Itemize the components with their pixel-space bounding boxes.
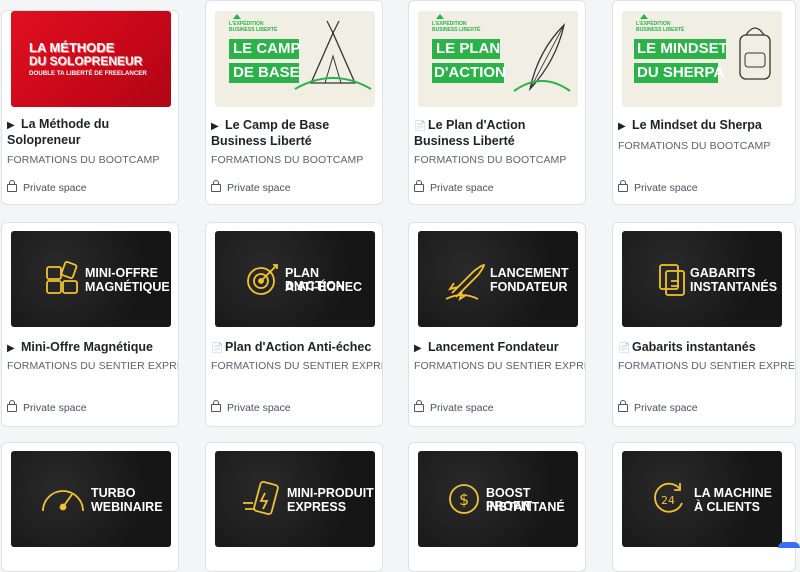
thumb-line3: DOUBLE TA LIBERTÉ DE FREELANCER — [29, 70, 147, 77]
chat-launcher-button[interactable] — [778, 542, 800, 548]
thumb-line1: LA MÉTHODE — [29, 40, 115, 55]
thumb-line1: LA MACHINE — [694, 486, 773, 500]
play-icon: ▶ — [414, 343, 422, 354]
course-card[interactable]: PLAN D'ACTION ANTI-ÉCHEC 📄 Plan d'Action … — [205, 222, 383, 427]
thumb-line2: INSTANTANÉS — [690, 280, 778, 294]
course-title: 📄 Le Plan d'Action Business Liberté — [414, 118, 526, 148]
lock-icon — [618, 400, 628, 412]
thumb-line2: DU SOLOPRENEUR — [29, 54, 143, 68]
thumb-line2: D'ACTION — [434, 64, 506, 81]
course-title: ▶ Le Camp de Base Business Liberté — [211, 118, 330, 148]
thumb-line2: WEBINAIRE — [91, 500, 163, 514]
course-card[interactable]: L'EXPÉDITION BUSINESS LIBERTÉ LE MINDSET… — [612, 0, 796, 205]
course-card[interactable]: LANCEMENT FONDATEUR ▶ Lancement Fondateur… — [408, 222, 586, 427]
course-thumbnail: L'EXPÉDITION BUSINESS LIBERTÉ LE CAMP DE… — [215, 11, 375, 107]
privacy-label: Private space — [618, 180, 698, 194]
thumb-line1: LANCEMENT — [490, 266, 569, 280]
thumb-line2: MAGNÉTIQUE — [85, 280, 170, 294]
course-category: FORMATIONS DU BOOTCAMP — [7, 154, 160, 166]
play-icon: ▶ — [618, 121, 626, 132]
thumb-line2: À CLIENTS — [694, 500, 760, 514]
course-title: 📄 Plan d'Action Anti-échec — [211, 340, 372, 354]
lock-icon — [414, 180, 424, 192]
course-thumbnail: LA MÉTHODE DU SOLOPRENEUR DOUBLE TA LIBE… — [11, 11, 171, 107]
play-icon: ▶ — [7, 343, 15, 354]
privacy-label: Private space — [211, 180, 291, 194]
course-thumbnail: GABARITS INSTANTANÉS — [622, 231, 782, 327]
course-category: FORMATIONS DU SENTIER EXPRESS — [618, 360, 796, 372]
course-title: ▶ Mini-Offre Magnétique — [7, 340, 153, 354]
thumb-line2: EXPRESS — [287, 500, 347, 514]
thumb-line2: DE BASE — [233, 64, 300, 81]
thumb-brand2: BUSINESS LIBERTÉ — [432, 27, 481, 33]
course-grid: LA MÉTHODE DU SOLOPRENEUR DOUBLE TA LIBE… — [0, 0, 800, 572]
play-icon: ▶ — [7, 120, 15, 131]
course-category: FORMATIONS DU SENTIER EXPRESS — [211, 360, 382, 372]
thumb-line2: DU SHERPA — [637, 64, 725, 81]
privacy-label: Private space — [211, 400, 291, 414]
course-card[interactable]: $ BOOST PROFIT INSTANTANÉ — [408, 442, 586, 572]
privacy-label: Private space — [7, 180, 87, 194]
lock-icon — [211, 180, 221, 192]
thumb-brand2: BUSINESS LIBERTÉ — [636, 27, 685, 33]
course-thumbnail: MINI-OFFRE MAGNÉTIQUE — [11, 231, 171, 327]
privacy-label: Private space — [414, 180, 494, 194]
svg-text:$: $ — [459, 490, 469, 509]
thumb-line1: LE CAMP — [233, 40, 301, 57]
course-card[interactable]: MINI-PRODUIT EXPRESS — [205, 442, 383, 572]
course-category: FORMATIONS DU SENTIER EXPRESS — [414, 360, 585, 372]
document-icon: 📄 — [618, 343, 631, 354]
course-thumbnail: $ BOOST PROFIT INSTANTANÉ — [418, 451, 578, 547]
thumb-line1: MINI-PRODUIT — [287, 486, 374, 500]
course-thumbnail: 24 LA MACHINE À CLIENTS — [622, 451, 782, 547]
privacy-label: Private space — [618, 400, 698, 414]
course-thumbnail: TURBO WEBINAIRE — [11, 451, 171, 547]
course-category: FORMATIONS DU BOOTCAMP — [414, 154, 567, 166]
document-icon: 📄 — [211, 343, 224, 354]
course-card[interactable]: L'EXPÉDITION BUSINESS LIBERTÉ LE CAMP DE… — [205, 0, 383, 205]
course-thumbnail: L'EXPÉDITION BUSINESS LIBERTÉ LE MINDSET… — [622, 11, 782, 107]
course-title: 📄 Gabarits instantanés — [618, 340, 756, 354]
course-thumbnail: L'EXPÉDITION BUSINESS LIBERTÉ LE PLAN D'… — [418, 11, 578, 107]
thumb-line1: MINI-OFFRE — [85, 266, 158, 280]
lock-icon — [7, 400, 17, 412]
privacy-label: Private space — [7, 400, 87, 414]
course-thumbnail: MINI-PRODUIT EXPRESS — [215, 451, 375, 547]
thumb-line2: ANTI-ÉCHEC — [285, 280, 363, 294]
thumb-line1: TURBO — [91, 486, 136, 500]
document-icon: 📄 — [414, 121, 427, 132]
thumb-line1: GABARITS — [690, 266, 756, 280]
thumb-line2: INSTANTANÉ — [486, 500, 565, 514]
svg-text:24: 24 — [661, 494, 675, 507]
thumb-line1: LE MINDSET — [637, 40, 728, 57]
course-thumbnail: LANCEMENT FONDATEUR — [418, 231, 578, 327]
course-title: ▶ Lancement Fondateur — [414, 340, 559, 354]
thumb-brand2: BUSINESS LIBERTÉ — [229, 27, 278, 33]
lock-icon — [7, 180, 17, 192]
play-icon: ▶ — [211, 121, 219, 132]
course-card[interactable]: L'EXPÉDITION BUSINESS LIBERTÉ LE PLAN D'… — [408, 0, 586, 205]
course-category: FORMATIONS DU BOOTCAMP — [618, 140, 771, 152]
course-title: ▶ Le Mindset du Sherpa — [618, 118, 762, 132]
course-card[interactable]: TURBO WEBINAIRE — [1, 442, 179, 572]
course-title: ▶ La Méthode du Solopreneur — [7, 117, 110, 147]
lock-icon — [618, 180, 628, 192]
course-card[interactable]: MINI-OFFRE MAGNÉTIQUE ▶ Mini-Offre Magnét… — [1, 222, 179, 427]
privacy-label: Private space — [414, 400, 494, 414]
thumb-line2: FONDATEUR — [490, 280, 568, 294]
course-thumbnail: PLAN D'ACTION ANTI-ÉCHEC — [215, 231, 375, 327]
course-card[interactable]: LA MÉTHODE DU SOLOPRENEUR DOUBLE TA LIBE… — [1, 10, 179, 205]
lock-icon — [211, 400, 221, 412]
course-category: FORMATIONS DU SENTIER EXPRESS — [7, 360, 178, 372]
course-card[interactable]: 24 LA MACHINE À CLIENTS — [612, 442, 796, 572]
thumb-line1: LE PLAN — [436, 40, 501, 57]
course-card[interactable]: GABARITS INSTANTANÉS 📄 Gabarits instantan… — [612, 222, 796, 427]
course-category: FORMATIONS DU BOOTCAMP — [211, 154, 364, 166]
lock-icon — [414, 400, 424, 412]
